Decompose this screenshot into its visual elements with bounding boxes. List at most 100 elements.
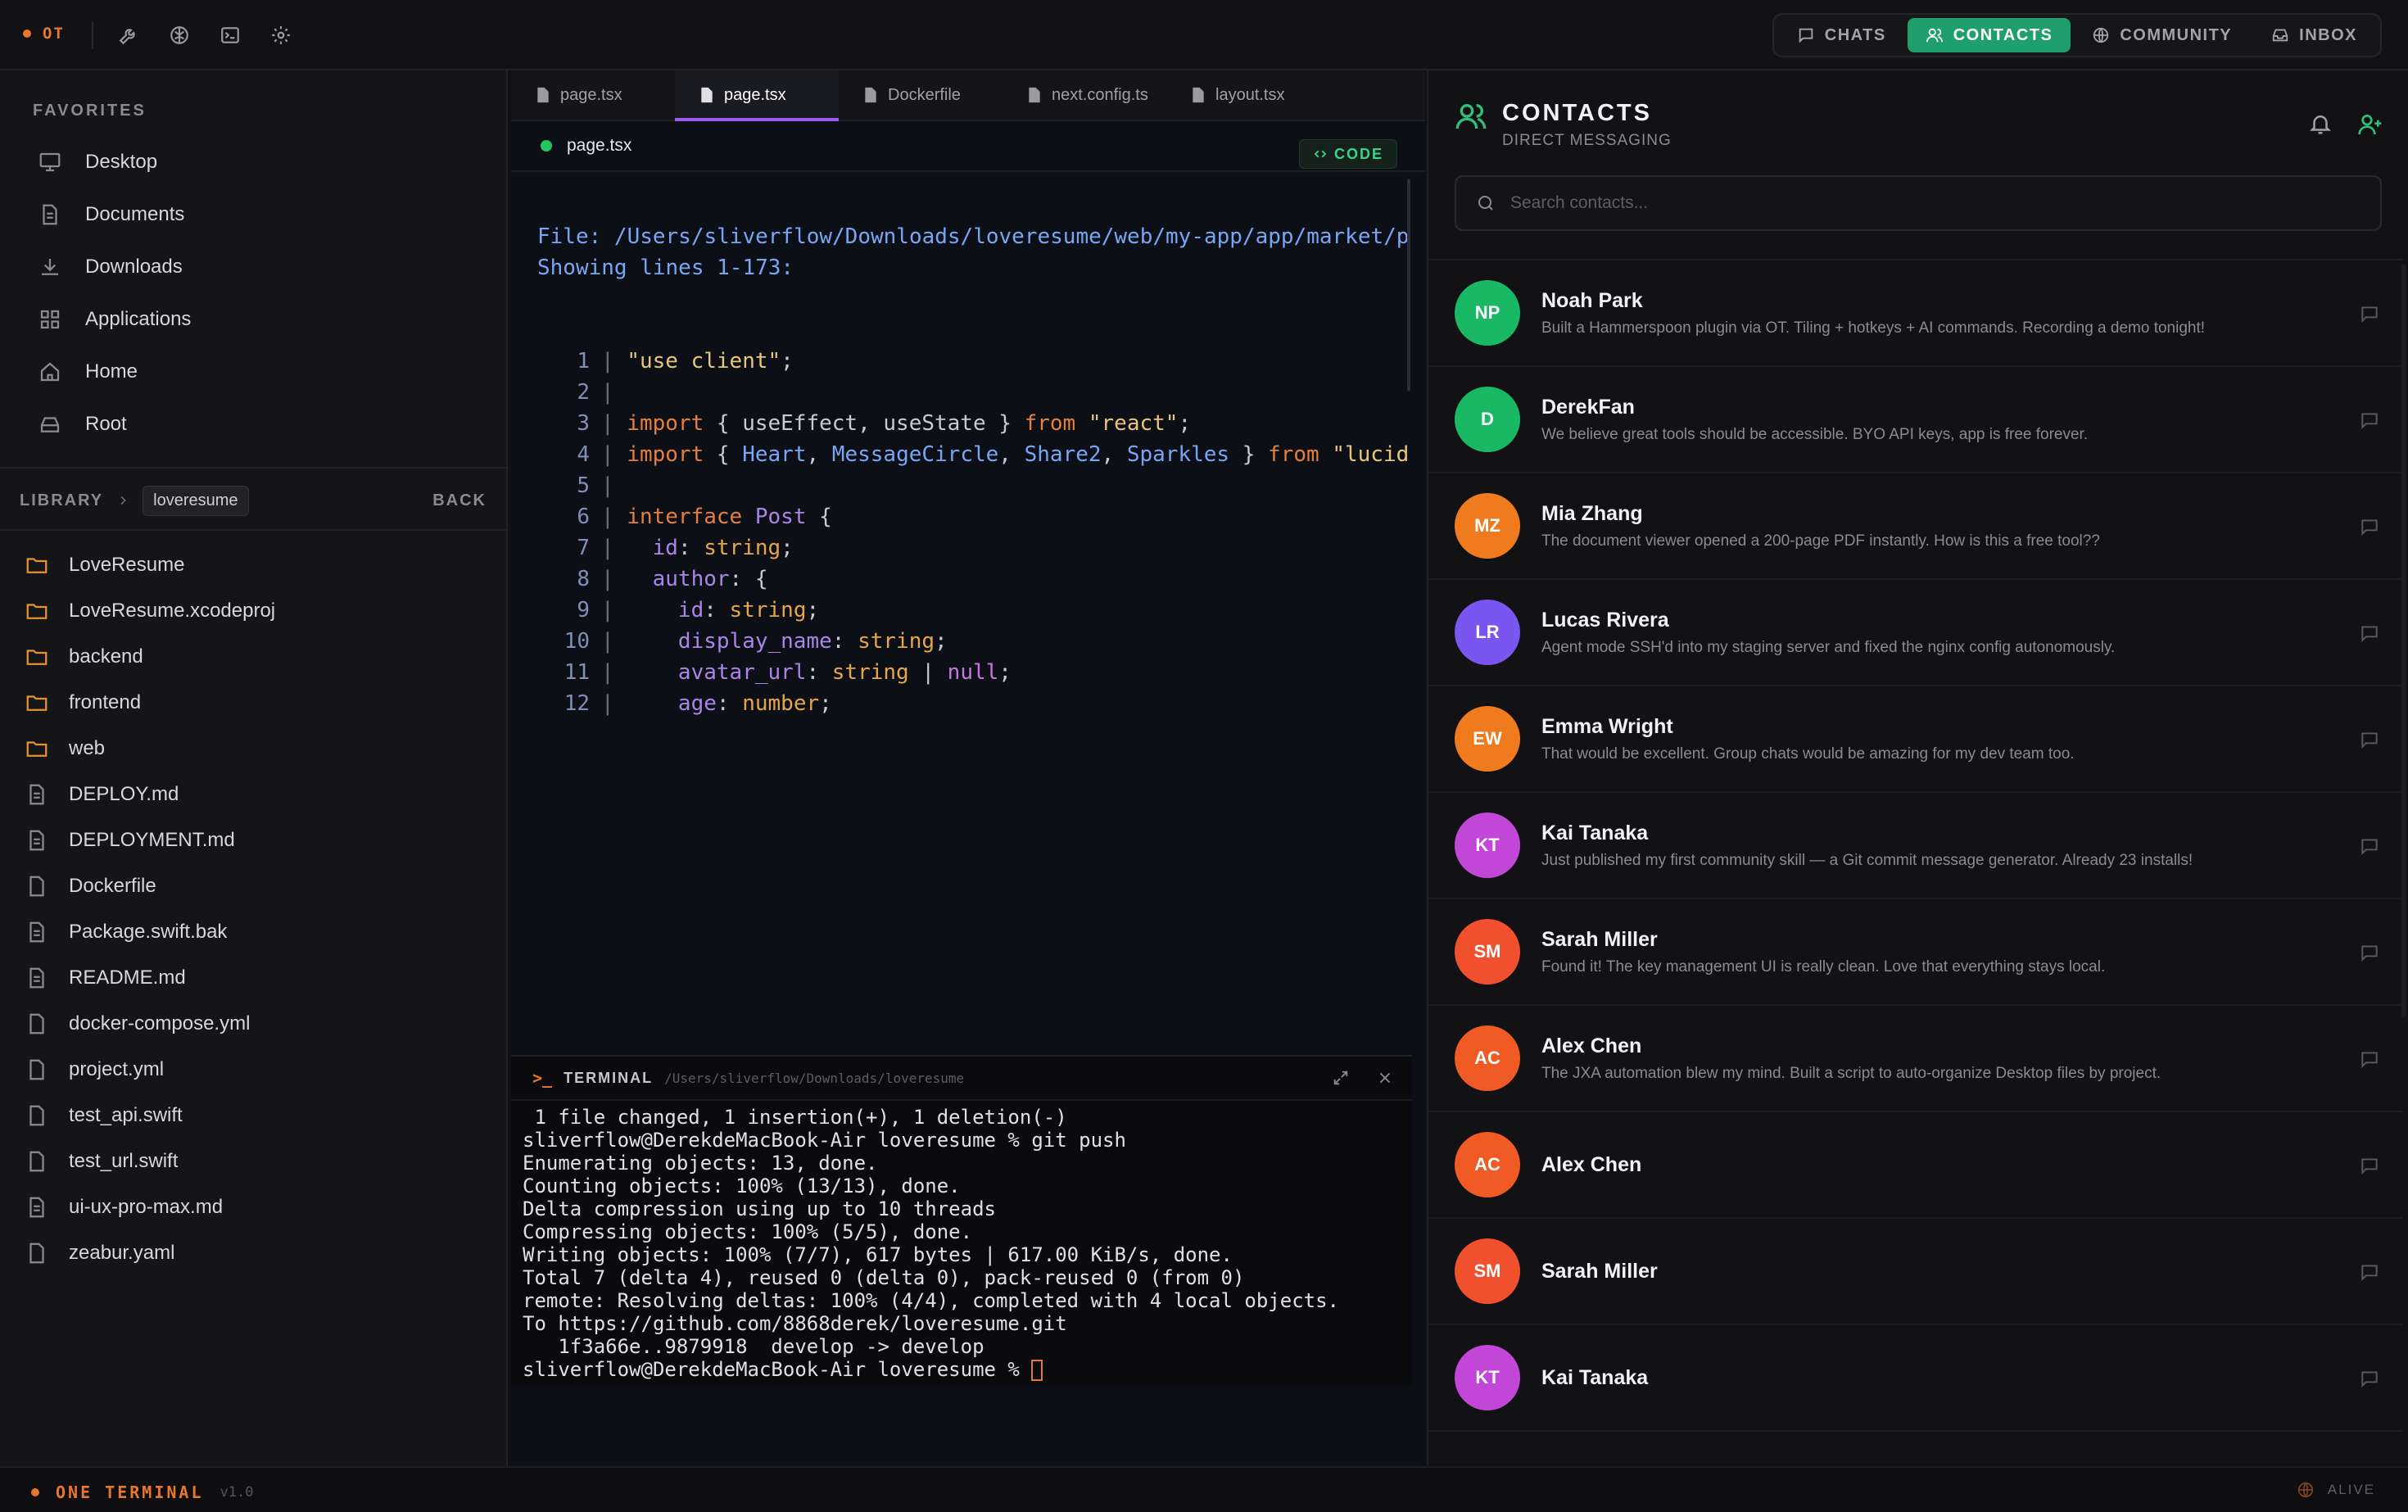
nav-tab-community[interactable]: COMMUNITY — [2074, 18, 2250, 52]
contact-row[interactable]: KT Kai Tanaka Just published my first comm… — [1428, 793, 2403, 899]
brain-icon[interactable] — [165, 21, 193, 49]
wrench-icon[interactable] — [115, 21, 143, 49]
avatar: NP — [1455, 280, 1520, 346]
library-header: LIBRARY loveresume BACK — [20, 482, 487, 519]
file-icon — [1029, 87, 1040, 103]
nav-tab-chats[interactable]: CHATS — [1779, 18, 1904, 52]
file-item[interactable]: docker-compose.yml — [25, 1001, 491, 1047]
code-showing-line: Showing lines 1-173: — [537, 256, 794, 280]
contact-row[interactable]: LR Lucas Rivera Agent mode SSH'd into my s… — [1428, 580, 2403, 686]
file-header: page.tsx — [511, 121, 1425, 172]
nav-tab-label: INBOX — [2299, 25, 2357, 44]
file-item[interactable]: Dockerfile — [25, 863, 491, 909]
contact-row[interactable]: MZ Mia Zhang The document viewer opened a … — [1428, 473, 2403, 580]
avatar-initials: SM — [1473, 941, 1501, 962]
favorite-documents[interactable]: Documents — [33, 188, 491, 241]
contact-row[interactable]: KT Kai Tanaka — [1428, 1325, 2403, 1432]
close-icon[interactable] — [1376, 1069, 1394, 1087]
editor-scrollbar[interactable] — [1407, 179, 1410, 392]
terminal-output[interactable]: 1 file changed, 1 insertion(+), 1 deleti… — [511, 1101, 1412, 1381]
file-name: test_api.swift — [69, 1104, 183, 1126]
contact-row[interactable]: D DerekFan We believe great tools should b… — [1428, 367, 2403, 473]
message-icon[interactable] — [2359, 410, 2380, 431]
file-item[interactable]: project.yml — [25, 1047, 491, 1093]
file-item[interactable]: zeabur.yaml — [25, 1230, 491, 1276]
code-view-button[interactable]: CODE — [1298, 139, 1397, 169]
file-icon — [25, 1195, 49, 1220]
contact-row[interactable]: AC Alex Chen The JXA automation blew my mi… — [1428, 1006, 2403, 1112]
file-icon — [25, 874, 49, 899]
message-icon[interactable] — [2359, 942, 2380, 963]
app-brand[interactable]: OT — [23, 25, 65, 43]
terminal-icon[interactable] — [216, 21, 244, 49]
avatar: AC — [1455, 1025, 1520, 1091]
file-item[interactable]: web — [25, 726, 491, 772]
contact-row[interactable]: SM Sarah Miller — [1428, 1219, 2403, 1325]
favorite-applications[interactable]: Applications — [33, 293, 491, 346]
file-item[interactable]: frontend — [25, 680, 491, 726]
prompt-icon: >_ — [532, 1068, 553, 1088]
terminal-prompt-line[interactable]: sliverflow@DerekdeMacBook-Air loveresume… — [523, 1358, 1412, 1381]
file-item[interactable]: ui-ux-pro-max.md — [25, 1184, 491, 1230]
message-icon[interactable] — [2359, 1048, 2380, 1070]
message-icon[interactable] — [2359, 1368, 2380, 1389]
message-icon[interactable] — [2359, 835, 2380, 857]
favorite-desktop[interactable]: Desktop — [33, 136, 491, 188]
file-item[interactable]: README.md — [25, 955, 491, 1001]
contact-last-message: The document viewer opened a 200-page PD… — [1541, 532, 2100, 550]
contact-row[interactable]: AC Alex Chen — [1428, 1112, 2403, 1219]
contact-row[interactable]: NP Noah Park Built a Hammerspoon plugin vi… — [1428, 260, 2403, 367]
file-icon — [25, 828, 49, 853]
contact-row[interactable]: EW Emma Wright That would be excellent. Gr… — [1428, 686, 2403, 793]
avatar-initials: D — [1481, 409, 1494, 429]
globe-icon — [2297, 1482, 2313, 1498]
back-button[interactable]: BACK — [432, 491, 487, 510]
gear-icon[interactable] — [267, 21, 295, 49]
terminal-line: Enumerating objects: 13, done. — [523, 1152, 878, 1175]
message-icon[interactable] — [2359, 1261, 2380, 1283]
message-icon[interactable] — [2359, 729, 2380, 750]
terminal-line: To https://github.com/8868derek/loveresu… — [523, 1312, 1067, 1335]
bell-icon[interactable] — [2308, 111, 2333, 136]
favorite-downloads[interactable]: Downloads — [33, 241, 491, 293]
expand-icon[interactable] — [1332, 1069, 1350, 1087]
favorite-home[interactable]: Home — [33, 346, 491, 398]
add-contact-icon[interactable] — [2357, 111, 2383, 138]
message-icon[interactable] — [2359, 516, 2380, 537]
file-item[interactable]: test_url.swift — [25, 1139, 491, 1184]
file-item[interactable]: backend — [25, 634, 491, 680]
terminal-line: Writing objects: 100% (7/7), 617 bytes |… — [523, 1243, 1233, 1266]
favorite-root[interactable]: Root — [33, 398, 491, 450]
contact-row[interactable]: SM Sarah Miller Found it! The key manageme… — [1428, 899, 2403, 1006]
tab-label: layout.tsx — [1215, 85, 1285, 104]
file-item[interactable]: test_api.swift — [25, 1093, 491, 1139]
contact-search[interactable] — [1455, 175, 2382, 231]
contacts-scrollbar[interactable] — [2401, 264, 2406, 1017]
message-icon[interactable] — [2359, 622, 2380, 644]
contacts-title: CONTACTS — [1502, 100, 1652, 126]
file-item[interactable]: DEPLOYMENT.md — [25, 817, 491, 863]
nav-tab-inbox[interactable]: INBOX — [2253, 18, 2375, 52]
file-item[interactable]: DEPLOY.md — [25, 772, 491, 817]
file-icon — [865, 87, 876, 103]
search-icon — [1478, 196, 1493, 211]
file-item[interactable]: Package.swift.bak — [25, 909, 491, 955]
file-item[interactable]: LoveResume.xcodeproj — [25, 588, 491, 634]
message-icon[interactable] — [2359, 303, 2380, 324]
search-input[interactable] — [1510, 193, 2247, 213]
editor-tab[interactable]: next.config.ts — [1003, 70, 1166, 120]
contact-last-message: The JXA automation blew my mind. Built a… — [1541, 1064, 2161, 1082]
grid-icon — [40, 310, 60, 329]
breadcrumb[interactable]: loveresume — [143, 485, 249, 516]
editor-tab[interactable]: Dockerfile — [839, 70, 1003, 120]
nav-tab-contacts[interactable]: CONTACTS — [1907, 18, 2071, 52]
file-name: LoveResume — [69, 554, 185, 576]
code-button-label: CODE — [1333, 145, 1383, 162]
code-content[interactable]: File: /Users/sliverflow/Downloads/lovere… — [511, 174, 1412, 722]
editor-tab[interactable]: layout.tsx — [1166, 70, 1330, 120]
message-icon[interactable] — [2359, 1155, 2380, 1176]
file-item[interactable]: LoveResume — [25, 542, 491, 588]
editor-tab[interactable]: page.tsx — [675, 70, 839, 121]
users-icon — [1455, 104, 1487, 129]
editor-tab[interactable]: page.tsx — [511, 70, 675, 120]
